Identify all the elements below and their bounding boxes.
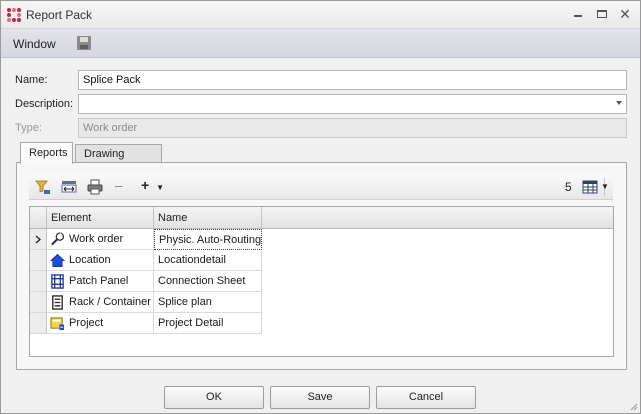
ok-button[interactable]: OK	[164, 386, 264, 409]
column-header-filler	[262, 207, 613, 229]
element-label: Rack / Container	[69, 296, 151, 308]
row-indicator	[30, 271, 47, 292]
filter-icon[interactable]	[35, 179, 51, 195]
remove-icon[interactable]: –	[115, 177, 131, 193]
minimize-icon	[574, 15, 582, 17]
report-pack-window: Report Pack ✕ Window Name: Splice Pack D…	[0, 0, 641, 414]
element-label: Work order	[69, 233, 124, 245]
rack-icon	[52, 295, 63, 310]
project-icon	[50, 317, 65, 331]
column-width-icon[interactable]	[61, 179, 77, 195]
print-icon[interactable]	[87, 179, 103, 195]
tab-reports[interactable]: Reports	[20, 142, 73, 164]
add-button[interactable]: + ▼	[141, 177, 167, 193]
cell-element[interactable]: Work order	[47, 229, 154, 250]
table-row[interactable]: Project Project Detail	[30, 313, 262, 334]
save-icon[interactable]	[77, 36, 91, 50]
grid-toolbar: – + ▼ 5 ▼	[29, 174, 613, 200]
add-icon: +	[141, 177, 150, 193]
chevron-down-icon: ▼	[156, 183, 164, 192]
name-label: Name:	[15, 74, 48, 86]
cell-name[interactable]: Splice plan	[154, 292, 262, 313]
column-header-name[interactable]: Name	[154, 207, 262, 229]
close-button[interactable]: ✕	[616, 6, 634, 22]
column-chooser-icon	[582, 180, 598, 194]
table-row[interactable]: Work order Physic. Auto-Routing	[30, 229, 262, 250]
chevron-down-icon[interactable]	[616, 101, 622, 105]
cell-element[interactable]: Patch Panel	[47, 271, 154, 292]
cancel-button[interactable]: Cancel	[376, 386, 476, 409]
cell-name[interactable]: Physic. Auto-Routing	[154, 229, 262, 250]
description-combobox[interactable]	[78, 94, 627, 114]
tab-drawing-types[interactable]: Drawing types	[75, 144, 162, 172]
title-bar[interactable]: Report Pack ✕	[1, 1, 640, 29]
description-label: Description:	[15, 98, 74, 110]
menu-bar: Window	[1, 29, 640, 58]
maximize-icon	[597, 10, 607, 18]
column-chooser-button[interactable]: ▼	[582, 179, 612, 195]
row-indicator	[30, 292, 47, 313]
save-button[interactable]: Save	[270, 386, 370, 409]
app-logo-icon	[7, 8, 21, 22]
row-indicator	[30, 313, 47, 334]
minimize-button[interactable]	[569, 6, 587, 22]
row-count: 5	[565, 180, 572, 194]
element-label: Project	[69, 317, 104, 329]
table-row[interactable]: Patch Panel Connection Sheet	[30, 271, 262, 292]
column-header-element[interactable]: Element	[47, 207, 154, 229]
maximize-button[interactable]	[593, 6, 611, 22]
row-indicator	[30, 229, 47, 250]
current-row-icon	[35, 235, 41, 244]
cell-name[interactable]: Connection Sheet	[154, 271, 262, 292]
cell-element[interactable]: Location	[47, 250, 154, 271]
reports-grid: Element Name Work order Physic. Auto-Rou…	[29, 206, 614, 357]
menu-window[interactable]: Window	[13, 37, 56, 51]
wrench-icon	[51, 232, 65, 246]
name-input[interactable]: Splice Pack	[78, 70, 627, 90]
house-icon	[50, 253, 65, 267]
resize-grip-icon[interactable]	[628, 401, 638, 411]
table-row[interactable]: Location Locationdetail	[30, 250, 262, 271]
element-label: Patch Panel	[69, 275, 129, 287]
chevron-down-icon: ▼	[601, 182, 609, 191]
type-field: Work order	[78, 118, 627, 138]
type-label: Type:	[15, 122, 42, 134]
element-label: Location	[69, 254, 111, 266]
table-row[interactable]: Rack / Container Splice plan	[30, 292, 262, 313]
row-indicator	[30, 250, 47, 271]
row-indicator-header	[30, 207, 47, 229]
cell-element[interactable]: Rack / Container	[47, 292, 154, 313]
cell-name[interactable]: Project Detail	[154, 313, 262, 334]
cell-element[interactable]: Project	[47, 313, 154, 334]
window-title: Report Pack	[26, 8, 93, 22]
cell-name[interactable]: Locationdetail	[154, 250, 262, 271]
patch-panel-icon	[51, 274, 64, 289]
